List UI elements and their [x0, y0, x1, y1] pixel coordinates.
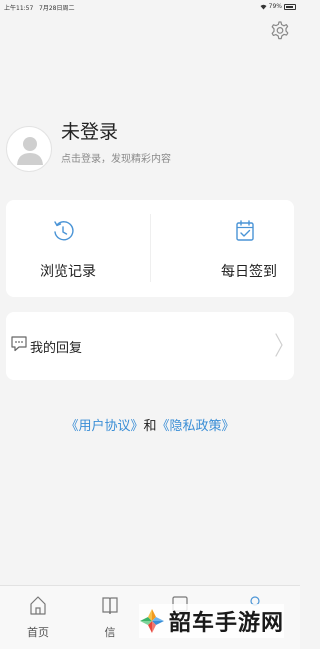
tab-home[interactable]: 首页 [8, 586, 68, 649]
chevron-right-icon [275, 333, 283, 357]
watermark-logo-icon [139, 609, 164, 633]
agreement-and-text: 和 [143, 419, 157, 434]
profile-login-area[interactable]: 未登录 点击登录，发现精彩内容 [6, 121, 286, 178]
tab-messages-label: 信 [104, 626, 116, 639]
settings-gear-icon [271, 21, 289, 40]
clock-icon [54, 221, 74, 241]
book-icon [102, 597, 118, 615]
quick-actions-card: 浏览记录 每日签到 [6, 200, 294, 297]
tab-home-label: 首页 [27, 626, 49, 639]
chat-bubble-icon [11, 336, 27, 352]
privacy-policy-link[interactable]: 《隐私政策》 [157, 419, 235, 434]
home-icon [30, 596, 46, 615]
agreement-links: 《用户协议》和《隐私政策》 [0, 415, 300, 434]
status-bar: 上午11:57 7月28日周二 79% [0, 0, 300, 14]
username-label: 未登录 [61, 121, 119, 143]
settings-button[interactable] [269, 20, 289, 42]
my-replies-label: 我的回复 [30, 341, 83, 356]
calendar-check-icon [236, 220, 254, 241]
my-replies-row[interactable]: 我的回复 [6, 312, 294, 380]
daily-checkin-label: 每日签到 [221, 264, 277, 280]
browse-history-label: 浏览记录 [40, 264, 96, 280]
default-avatar-icon [17, 137, 43, 165]
battery-icon [284, 3, 296, 10]
login-prompt: 点击登录，发现精彩内容 [61, 154, 171, 165]
tab-messages[interactable]: 信 [80, 586, 140, 649]
site-watermark: 韶车手游网 [138, 604, 284, 638]
battery-percent: 79% [268, 3, 282, 10]
wifi-icon [260, 4, 267, 9]
status-date: 7月28日周二 [39, 5, 75, 12]
browse-history-button[interactable]: 浏览记录 [6, 200, 150, 297]
daily-checkin-button[interactable]: 每日签到 [150, 200, 294, 297]
status-left: 上午11:57 7月28日周二 [4, 3, 74, 12]
avatar[interactable] [6, 126, 52, 172]
user-agreement-link[interactable]: 《用户协议》 [65, 419, 143, 434]
status-time: 上午11:57 [4, 5, 34, 12]
status-right: 79% [260, 3, 296, 10]
watermark-text: 韶车手游网 [168, 611, 284, 636]
